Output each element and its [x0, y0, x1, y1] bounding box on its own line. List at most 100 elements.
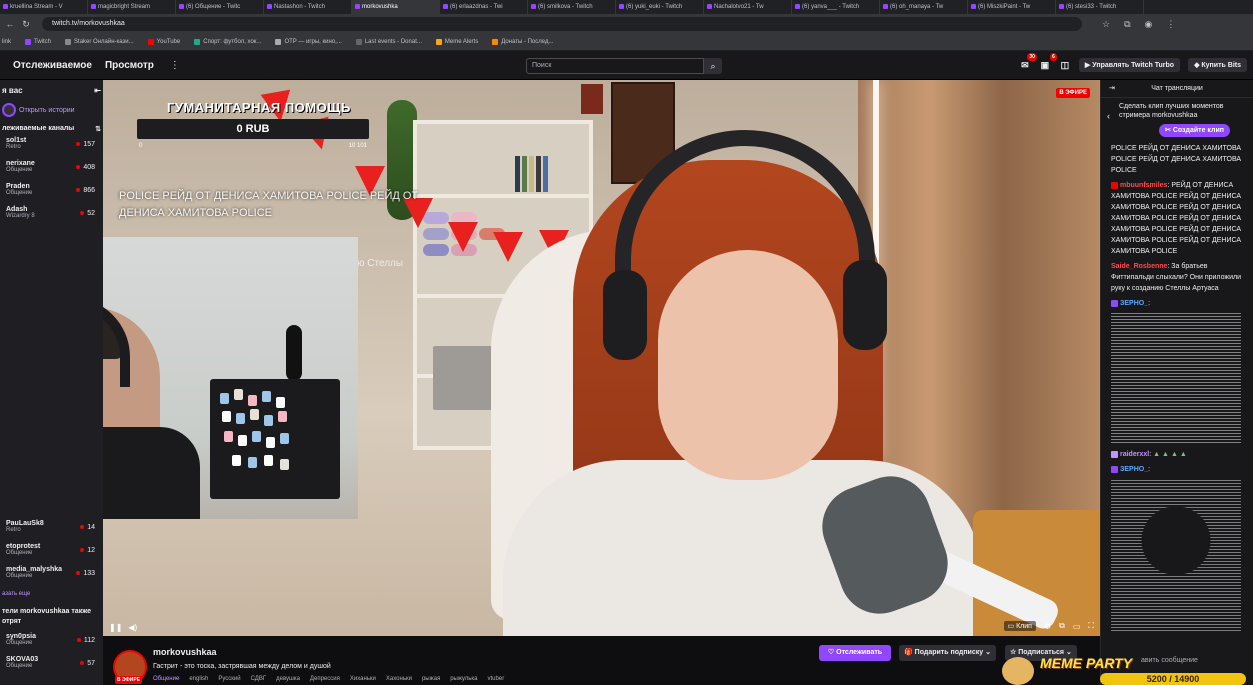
collapse-chat-icon[interactable]: ⇥ [1109, 80, 1115, 98]
prime-icon[interactable]: ◫ [1059, 59, 1071, 71]
bookmark-donat[interactable]: Last events - Donat... [355, 39, 422, 45]
sub-badge-icon [1111, 299, 1118, 307]
heart-badge-icon [1111, 181, 1118, 189]
stream-tag[interactable]: рыжулька [450, 676, 477, 682]
sidebar-channel[interactable]: etoprotest Общение 12 [0, 541, 103, 564]
browser-tab-bar: kruellina Stream - Vmagicbright Stream (6… [0, 0, 1253, 14]
category-link[interactable]: Общение [153, 676, 179, 682]
sidebar-channel[interactable]: Praden Общение 866 [0, 181, 103, 204]
back-icon[interactable]: ← [4, 19, 16, 29]
sidebar-header: я вас [2, 86, 23, 95]
reload-icon[interactable]: ↻ [20, 19, 32, 30]
sidebar-channel[interactable]: PauLauSk8 Retro 14 [0, 518, 103, 541]
bookmark-meme-alerts[interactable]: Meme Alerts [435, 39, 478, 45]
stream-tag[interactable]: english [189, 676, 208, 682]
figurine [286, 325, 302, 381]
chat-title: Чат трансляции [1151, 85, 1203, 92]
browser-tab[interactable]: kruellina Stream - V [0, 0, 88, 14]
browser-tab[interactable]: Nachalotvo21 - Tw [704, 0, 792, 14]
twitch-top-nav: Отслеживаемое Просмотр ⋮ Поиск ⌕ ✉ 30 ▣ 6 … [0, 51, 1253, 80]
sidebar-channel[interactable]: nerixane Общение 408 [0, 158, 103, 181]
search-icon[interactable]: ⌕ [704, 58, 722, 74]
chat-message: POLICE РЕЙД ОТ ДЕНИСА ХАМИТОВА POLICE РЕ… [1111, 145, 1242, 174]
browser-tab[interactable]: (6) yanva___ - Twitch [792, 0, 880, 14]
stream-tag[interactable]: Депрессия [310, 676, 340, 682]
donation-goal-min: 0 [139, 143, 143, 149]
bookmark-youtube[interactable]: YouTube [147, 39, 180, 45]
chat-message: mbuunfsmiles: РЕЙД ОТ ДЕНИСА ХАМИТОВА PO… [1111, 181, 1242, 255]
extensions-icon[interactable]: ⧉ [1124, 19, 1130, 30]
stream-info-bar: В ЭФИРЕ morkovushkaa Гастрит - это тоска… [103, 636, 1100, 685]
bookmarks-bar: link Twitch Staker Онлайн-кази... YouTub… [0, 34, 1253, 51]
pause-icon[interactable]: ❚❚ [109, 623, 122, 632]
stream-tag[interactable]: Хахоньки [386, 676, 412, 682]
sidebar-channel[interactable]: sol1st Retro 157 [0, 135, 103, 158]
inbox-badge: 30 [1027, 53, 1037, 61]
donate-icon [492, 39, 499, 45]
menu-icon[interactable]: ⋮ [1166, 19, 1175, 30]
bookmark-twitch[interactable]: Twitch [25, 39, 51, 45]
bookmark-prefix[interactable]: link [2, 39, 11, 45]
browser-tab[interactable]: (6) yuki_euki - Twitch [616, 0, 704, 14]
nav-browse[interactable]: Просмотр [105, 60, 154, 71]
fullscreen-icon[interactable]: ⛶ [1088, 621, 1094, 631]
twitch-icon [25, 39, 32, 45]
sidebar-channel[interactable]: media_malyshka Общение 133 [0, 564, 103, 587]
volume-icon[interactable]: ◀) [128, 623, 137, 632]
browser-tab[interactable]: (6) erlaazdnas - Twi [440, 0, 528, 14]
browser-tab[interactable]: Nastashon - Twitch [264, 0, 352, 14]
stream-tag[interactable]: девушка [276, 676, 300, 682]
live-badge: В ЭФИРЕ [1056, 88, 1090, 98]
donation-goal-bar: 0 RUB [137, 119, 369, 139]
popout-icon[interactable]: ⧉ [1059, 621, 1065, 631]
follow-button[interactable]: ♡ Отслеживать [819, 645, 891, 661]
settings-icon[interactable]: ⚙ [1044, 622, 1051, 631]
stream-tag[interactable]: Хиханьки [350, 676, 376, 682]
stories-link[interactable]: Открыть истории [0, 101, 103, 119]
stream-tag[interactable]: Русский [218, 676, 240, 682]
bookmark-star-icon[interactable]: ☆ [1102, 19, 1110, 30]
video-player[interactable]: ГУМАНИТАРНАЯ ПОМОЩЬ 0 RUB 0 10 101 POLICE… [103, 80, 1100, 636]
browser-tab[interactable]: (6) oh_manaya - Tw [880, 0, 968, 14]
streamer-name[interactable]: morkovushkaa [153, 647, 217, 657]
bookmark-staker[interactable]: Staker Онлайн-кази... [65, 39, 134, 45]
bookmark-sport[interactable]: Спорт: футбол, хок... [194, 39, 261, 45]
stream-tag[interactable]: vtuber [488, 676, 505, 682]
browser-tab[interactable]: (6) MiszkiPaint - Tw [968, 0, 1056, 14]
sidebar-channel[interactable]: Adash Wizardry 8 52 [0, 204, 103, 227]
otp-icon [275, 39, 282, 45]
bookmark-donates[interactable]: Донаты - Послед... [492, 39, 553, 45]
chat-message: raiderxxl: ▲▲▲▲ [1101, 447, 1253, 462]
inbox-icon[interactable]: ✉ 30 [1019, 53, 1037, 71]
sticker-box [210, 379, 340, 499]
show-more-link[interactable]: азать еще [0, 587, 103, 601]
theater-mode-icon[interactable]: ▭ [1073, 622, 1081, 631]
clip-button[interactable]: ▭ Клип [1003, 621, 1036, 631]
bookmark-otp[interactable]: OTP — игры, кино,... [275, 39, 342, 45]
chat-panel: ⇥ Чат трансляции Сделать клип лучших мом… [1100, 80, 1253, 685]
buy-bits-button[interactable]: ◆ Купить Bits [1188, 58, 1247, 72]
stream-tag[interactable]: рыжая [422, 676, 440, 682]
url-field[interactable]: twitch.tv/morkovushkaa [42, 17, 1082, 31]
browser-tab[interactable]: (6) stesi33 - Twitch [1056, 0, 1144, 14]
browser-tab[interactable]: morkovushka [352, 0, 440, 14]
search-input[interactable]: Поиск [526, 58, 704, 74]
create-clip-button[interactable]: ✂ Создайте клип [1159, 124, 1231, 137]
gift-sub-button[interactable]: 🎁 Подарить подписку ⌄ [899, 645, 996, 661]
sidebar-channel[interactable]: syn0psia Общение 112 [0, 631, 103, 654]
star-badge-icon [1111, 450, 1118, 458]
nav-following[interactable]: Отслеживаемое [13, 60, 92, 71]
browser-tab[interactable]: (6) Общение - Twitc [176, 0, 264, 14]
browser-tab[interactable]: magicbright Stream [88, 0, 176, 14]
collapse-sidebar-icon[interactable]: ⇤ [94, 86, 101, 95]
browser-tab[interactable]: (6) smilkova - Twitch [528, 0, 616, 14]
sidebar-channel[interactable]: SKOVA03 Общение 57 [0, 654, 103, 677]
notifications-icon[interactable]: ▣ 6 [1039, 53, 1057, 71]
sort-icon[interactable]: ⇅ [95, 125, 101, 133]
turbo-button[interactable]: ▶ Управлять Twitch Turbo [1078, 58, 1181, 72]
profile-icon[interactable]: ◉ [1145, 19, 1153, 30]
avatar-live-badge: В ЭФИРЕ [115, 676, 143, 684]
stream-tag[interactable]: СДВГ [251, 676, 267, 682]
more-icon[interactable]: ⋮ [170, 60, 180, 71]
channel-viewers: 52 [80, 210, 95, 217]
